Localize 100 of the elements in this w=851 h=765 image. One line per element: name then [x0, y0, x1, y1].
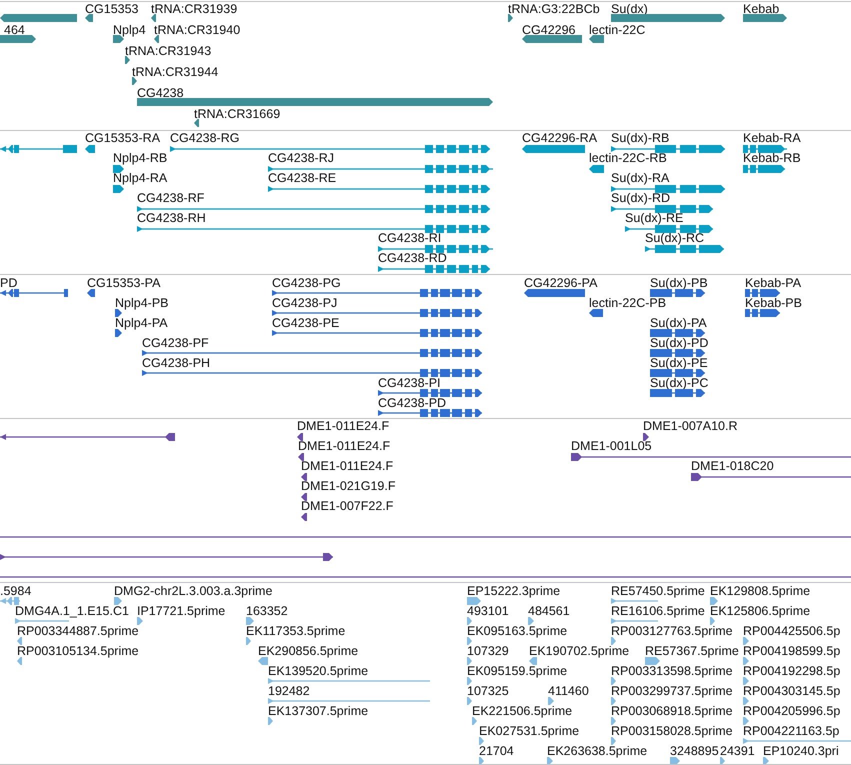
feature-label: DME1-001L05 — [571, 439, 652, 453]
feature-label: 163352 — [246, 604, 288, 618]
feature-label: Su(dx)-PB — [650, 276, 708, 290]
feature-label: Su(dx)-PD — [650, 336, 708, 350]
feature-label: CG4238-RI — [378, 231, 442, 245]
feature-label: EK125806.5prime — [710, 604, 810, 618]
feature-label: Kebab-PB — [745, 296, 802, 310]
feature-label: Su(dx)-PA — [650, 316, 707, 330]
feature-label: Kebab — [743, 2, 780, 16]
feature-label: CG4238-PF — [142, 336, 209, 350]
feature-label: CG4238-PJ — [272, 296, 338, 310]
feature-label: 107325 — [467, 684, 509, 698]
feature-label: RE16106.5prime — [611, 604, 705, 618]
feature-label: Nplp4-RB — [113, 151, 168, 165]
feature-label: EK027531.5prime — [479, 724, 580, 738]
feature-label: Su(dx)-PE — [650, 356, 708, 370]
feature-label: EK095159.5prime — [467, 664, 568, 678]
feature-label: EK129808.5prime — [710, 584, 810, 598]
feature-label: tRNA:CR31669 — [194, 107, 280, 121]
feature-label: DME1-011E24.F — [297, 419, 390, 433]
feature-label: DME1-018C20 — [691, 459, 774, 473]
feature-label: DMG2-chr2L.3.003.a.3prime — [114, 584, 272, 598]
feature-label: tRNA:CR31940 — [154, 23, 240, 37]
feature-label: Su(dx) — [611, 2, 648, 16]
feature-label: Su(dx)-RE — [625, 211, 684, 225]
feature-label: 484561 — [528, 604, 570, 618]
feature-label: Nplp4-PB — [115, 296, 168, 310]
feature-label: RP004425506.5p — [743, 624, 840, 638]
feature-label: Su(dx)-RC — [645, 231, 704, 245]
feature-label: CG15353 — [85, 2, 139, 16]
feature-label: tRNA:CR31943 — [125, 44, 212, 58]
feature-label: DME1-007A10.R — [643, 419, 738, 433]
feature-label: IP17721.5prime — [137, 604, 226, 618]
feature-label: CG4238-PH — [142, 356, 210, 370]
feature-label: RP003299737.5prime — [611, 684, 733, 698]
feature-label: EK095163.5prime — [467, 624, 568, 638]
feature-label: CG4238-PI — [378, 376, 441, 390]
feature-label: .5984 — [0, 584, 32, 598]
feature-label: PD — [0, 276, 18, 290]
feature-label: RP003344887.5prime — [17, 624, 139, 638]
feature-label: CG4238-RF — [137, 191, 204, 205]
feature-label: EK190702.5prime — [529, 644, 630, 658]
feature-label: RE57450.5prime — [611, 584, 705, 598]
feature-label: lectin-22C-RB — [589, 151, 667, 165]
feature-label: tRNA:CR31944 — [132, 65, 218, 79]
feature-label: EP10240.3pri — [763, 744, 839, 758]
feature-label: 411460 — [548, 684, 589, 698]
feature-label: EK290856.5prime — [258, 644, 358, 658]
feature-label: CG42296-RA — [522, 131, 598, 145]
feature-label: Su(dx)-RD — [611, 191, 670, 205]
feature-label: RP004303145.5p — [743, 684, 840, 698]
feature-label: Kebab-PA — [745, 276, 802, 290]
feature-label: 24391 — [720, 744, 755, 758]
feature-label: Nplp4 — [113, 23, 146, 37]
feature-label: EK137307.5prime — [268, 704, 368, 718]
feature-label: Su(dx)-RB — [611, 131, 670, 145]
feature-label: CG4238-PD — [378, 396, 446, 410]
feature-label: RP003313598.5prime — [611, 664, 733, 678]
feature-label: 192482 — [268, 684, 310, 698]
feature-label: RP003105134.5prime — [17, 644, 139, 658]
feature-label: CG4238 — [137, 86, 184, 100]
feature-label: Su(dx)-PC — [650, 376, 708, 390]
feature-label: lectin-22C-PB — [589, 296, 666, 310]
feature-label: RP004198599.5p — [743, 644, 840, 658]
feature-label: EK263638.5prime — [547, 744, 648, 758]
feature-label: DME1-011E24.F — [298, 439, 390, 453]
feature-label: EK117353.5prime — [246, 624, 346, 638]
feature-label: 3248895 — [670, 744, 719, 758]
feature-label: CG4238-RE — [268, 171, 336, 185]
feature-label: CG42296 — [522, 23, 576, 37]
feature-label: CG42296-PA — [524, 276, 598, 290]
feature-label: 464 — [4, 23, 25, 37]
feature-label: CG15353-PA — [87, 276, 160, 290]
feature-label: EK221506.5prime — [472, 704, 572, 718]
feature-label: Nplp4-RA — [113, 171, 168, 185]
feature-label: CG4238-RJ — [268, 151, 334, 165]
feature-label: RP004192298.5p — [743, 664, 840, 678]
feature-label: lectin-22C — [589, 23, 646, 37]
feature-label: DME1-011E24.F — [301, 459, 394, 473]
feature-label: CG4238-PG — [272, 276, 341, 290]
feature-label: CG4238-RH — [137, 211, 206, 225]
feature-label: CG4238-RD — [378, 251, 447, 265]
feature-label: EK139520.5prime — [268, 664, 368, 678]
feature-label: Kebab-RB — [743, 151, 801, 165]
feature-label: 107329 — [467, 644, 509, 658]
feature-label: DME1-007F22.F — [301, 499, 394, 513]
feature-label: RP004205996.5p — [743, 704, 840, 718]
feature-label: RP003158028.5prime — [611, 724, 733, 738]
feature-label: 493101 — [467, 604, 509, 618]
feature-label: Nplp4-PA — [115, 316, 168, 330]
feature-label: EP15222.3prime — [467, 584, 560, 598]
feature-label: RP004221163.5p — [743, 724, 840, 738]
feature-label: Kebab-RA — [743, 131, 801, 145]
feature-label: RE57367.5prime — [645, 644, 739, 658]
feature-label: CG15353-RA — [85, 131, 160, 145]
feature-label: CG4238-RG — [170, 131, 240, 145]
feature-label: CG4238-PE — [272, 316, 340, 330]
feature-label: DME1-021G19.F — [301, 479, 396, 493]
feature-label: tRNA:G3:22BCb — [508, 2, 600, 16]
feature-label: DMG4A.1_1.E15.C1 — [15, 604, 129, 618]
